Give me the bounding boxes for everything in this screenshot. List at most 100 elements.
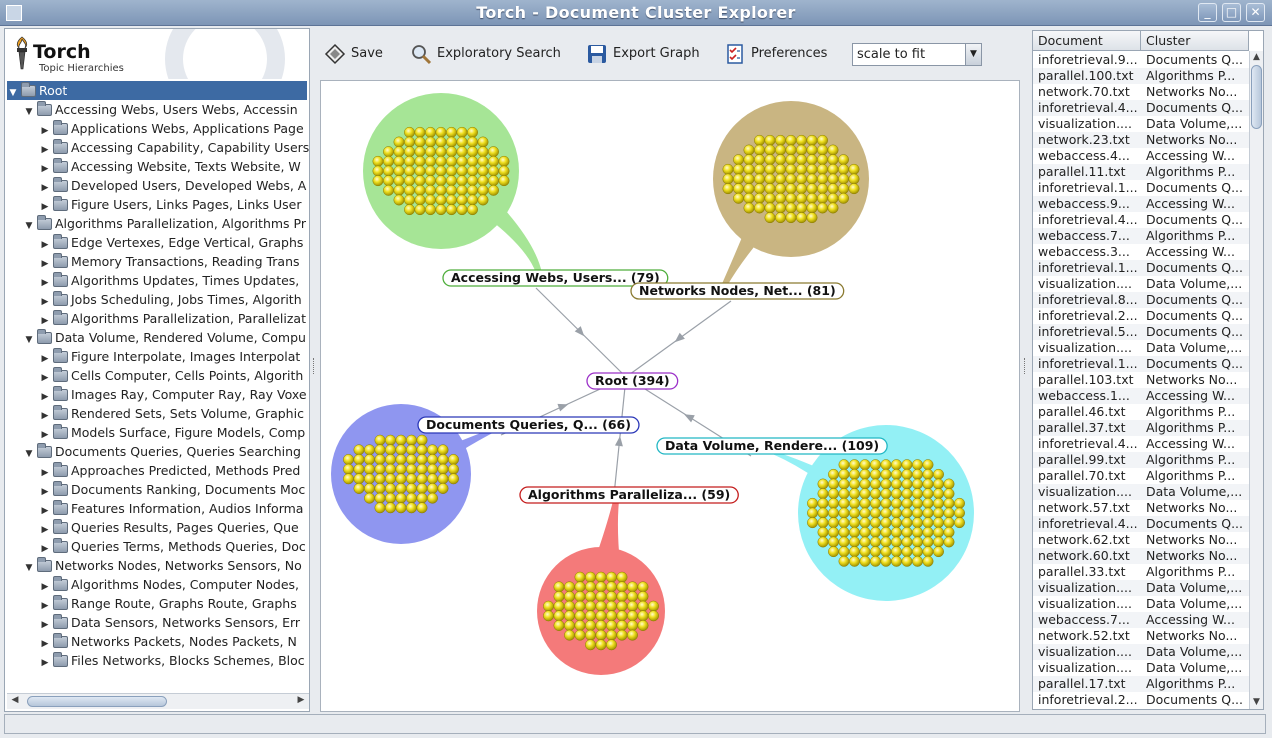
table-row[interactable]: visualization.... Data Volume,... (1033, 276, 1249, 292)
tree-node-subtopic[interactable]: ▶ Jobs Scheduling, Jobs Times, Algorith (39, 290, 302, 309)
scrollbar-thumb[interactable] (27, 696, 167, 707)
maximize-button[interactable]: □ (1222, 3, 1241, 22)
document-ball[interactable] (796, 202, 807, 214)
document-ball[interactable] (722, 173, 734, 185)
document-ball[interactable] (838, 546, 850, 558)
document-ball[interactable] (901, 459, 913, 471)
document-ball[interactable] (849, 459, 860, 471)
tree-node-subtopic[interactable]: ▶ Algorithms Nodes, Computer Nodes, (39, 575, 299, 594)
document-ball[interactable] (806, 163, 818, 175)
table-row[interactable]: inforetrieval.5... Documents Q... (1033, 324, 1249, 340)
document-ball[interactable] (425, 184, 436, 196)
document-ball[interactable] (448, 454, 459, 465)
document-ball[interactable] (416, 434, 428, 446)
document-ball[interactable] (393, 165, 405, 177)
document-ball[interactable] (827, 192, 839, 204)
document-ball[interactable] (859, 468, 871, 480)
document-ball[interactable] (395, 444, 407, 456)
document-ball[interactable] (838, 497, 850, 509)
document-ball[interactable] (435, 194, 447, 206)
document-ball[interactable] (775, 163, 786, 175)
document-ball[interactable] (585, 629, 596, 641)
table-row[interactable]: webaccess.3... Accessing W... (1033, 244, 1249, 260)
splitter-grip[interactable] (1024, 358, 1026, 374)
document-ball[interactable] (406, 483, 417, 494)
document-ball[interactable] (870, 555, 881, 567)
document-ball[interactable] (446, 175, 457, 187)
minimize-button[interactable]: _ (1198, 3, 1217, 22)
document-ball[interactable] (870, 459, 881, 471)
document-ball[interactable] (627, 610, 638, 622)
document-ball[interactable] (806, 144, 818, 156)
document-ball[interactable] (406, 492, 417, 504)
preferences-button[interactable]: Preferences (724, 42, 827, 66)
document-ball[interactable] (912, 459, 923, 471)
table-row[interactable]: parallel.70.txt Algorithms P... (1033, 468, 1249, 484)
document-ball[interactable] (414, 175, 426, 187)
document-ball[interactable] (785, 144, 797, 156)
document-ball[interactable] (764, 202, 776, 214)
document-ball[interactable] (733, 192, 744, 204)
document-ball[interactable] (796, 183, 807, 195)
document-ball[interactable] (393, 194, 405, 206)
document-ball[interactable] (606, 591, 617, 602)
document-ball[interactable] (385, 463, 396, 475)
document-ball[interactable] (374, 473, 386, 485)
document-ball[interactable] (870, 488, 881, 500)
table-row[interactable]: network.23.txt Networks No... (1033, 132, 1249, 148)
document-ball[interactable] (393, 136, 405, 148)
document-ball[interactable] (817, 478, 829, 490)
document-ball[interactable] (564, 610, 575, 622)
document-ball[interactable] (849, 536, 860, 548)
document-ball[interactable] (912, 468, 923, 480)
document-ball[interactable] (785, 192, 797, 204)
document-ball[interactable] (467, 175, 478, 187)
document-ball[interactable] (404, 184, 415, 196)
document-ball[interactable] (385, 444, 396, 456)
document-ball[interactable] (414, 184, 426, 196)
document-ball[interactable] (901, 497, 913, 509)
document-ball[interactable] (437, 463, 449, 475)
document-ball[interactable] (891, 546, 902, 558)
document-ball[interactable] (775, 134, 786, 146)
tree-node-subtopic[interactable]: ▶ Rendered Sets, Sets Volume, Graphic (39, 404, 304, 423)
cluster-label[interactable]: Algorithms Paralleliza... (59) (519, 486, 739, 504)
document-ball[interactable] (859, 536, 871, 548)
document-ball[interactable] (416, 454, 428, 465)
tree-node-subtopic[interactable]: ▶ Figure Users, Links Pages, Links User (39, 195, 301, 214)
table-body[interactable]: inforetrieval.9... Documents Q... parallel… (1033, 52, 1249, 709)
document-ball[interactable] (343, 473, 354, 485)
document-ball[interactable] (922, 459, 934, 471)
document-ball[interactable] (880, 459, 892, 471)
document-ball[interactable] (564, 581, 575, 593)
document-ball[interactable] (406, 454, 417, 465)
document-ball[interactable] (743, 173, 755, 185)
document-ball[interactable] (395, 492, 407, 504)
document-ball[interactable] (891, 488, 902, 500)
document-ball[interactable] (785, 212, 797, 224)
table-row[interactable]: webaccess.7... Accessing W... (1033, 612, 1249, 628)
tree-node-subtopic[interactable]: ▶ Algorithms Parallelization, Paralleliza… (39, 309, 306, 328)
document-ball[interactable] (574, 600, 586, 612)
document-ball[interactable] (374, 444, 386, 456)
document-ball[interactable] (933, 497, 944, 509)
document-ball[interactable] (393, 184, 405, 196)
document-ball[interactable] (849, 517, 860, 529)
document-ball[interactable] (827, 144, 839, 156)
document-ball[interactable] (859, 526, 871, 538)
document-ball[interactable] (743, 192, 755, 204)
document-ball[interactable] (648, 600, 659, 612)
document-ball[interactable] (901, 507, 913, 519)
document-ball[interactable] (374, 502, 386, 514)
document-ball[interactable] (427, 473, 438, 485)
document-ball[interactable] (775, 154, 786, 166)
document-ball[interactable] (912, 507, 923, 519)
document-ball[interactable] (637, 591, 649, 602)
document-ball[interactable] (922, 555, 934, 567)
document-ball[interactable] (796, 134, 807, 146)
document-ball[interactable] (807, 517, 818, 529)
document-ball[interactable] (425, 136, 436, 148)
document-ball[interactable] (849, 555, 860, 567)
document-ball[interactable] (488, 184, 499, 196)
document-ball[interactable] (406, 434, 417, 446)
